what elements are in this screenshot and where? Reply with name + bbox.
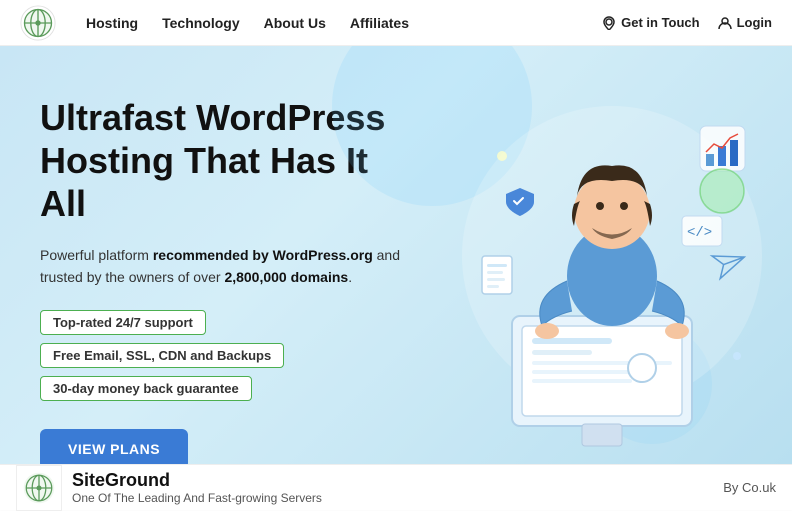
hero-subtitle-bold2: 2,800,000 domains — [224, 269, 348, 285]
footer-site-name: SiteGround — [72, 470, 322, 491]
badge-list: Top-rated 24/7 support Free Email, SSL, … — [40, 310, 412, 401]
logo-area[interactable]: SiteGround — [20, 5, 56, 41]
nav-hosting[interactable]: Hosting — [86, 15, 138, 31]
user-icon — [718, 16, 732, 30]
location-icon — [602, 16, 616, 30]
footer-bar: SiteGround One Of The Leading And Fast-g… — [0, 464, 792, 510]
hero-section: Ultrafast WordPress Hosting That Has It … — [0, 46, 792, 464]
footer-tagline: One Of The Leading And Fast-growing Serv… — [72, 491, 322, 505]
svg-text:</>: </> — [687, 225, 712, 241]
hero-subtitle-bold1: recommended by WordPress.org — [153, 247, 373, 263]
footer-logo-area: SiteGround One Of The Leading And Fast-g… — [16, 465, 723, 511]
navbar: SiteGround Hosting Technology About Us A… — [0, 0, 792, 46]
nav-links: Hosting Technology About Us Affiliates — [86, 15, 602, 31]
nav-technology[interactable]: Technology — [162, 15, 240, 31]
badge-moneyback: 30-day money back guarantee — [40, 376, 252, 401]
badge-email: Free Email, SSL, CDN and Backups — [40, 343, 284, 368]
view-plans-button[interactable]: VIEW PLANS — [40, 429, 188, 464]
nav-affiliates[interactable]: Affiliates — [350, 15, 409, 31]
footer-logo-icon — [22, 471, 56, 505]
nav-right: Get in Touch Login — [602, 15, 772, 30]
hero-subtitle: Powerful platform recommended by WordPre… — [40, 244, 412, 289]
login-label: Login — [737, 15, 772, 30]
hero-right: </> — [452, 46, 792, 464]
get-in-touch-button[interactable]: Get in Touch — [602, 15, 699, 30]
siteground-logo-icon — [20, 5, 56, 41]
badge-support: Top-rated 24/7 support — [40, 310, 206, 335]
footer-by-text: By Co.uk — [723, 480, 776, 495]
footer-text-block: SiteGround One Of The Leading And Fast-g… — [72, 470, 322, 505]
nav-about[interactable]: About Us — [264, 15, 326, 31]
hero-illustration: </> — [452, 56, 772, 456]
login-button[interactable]: Login — [718, 15, 772, 30]
footer-logo-circle — [16, 465, 62, 511]
get-in-touch-label: Get in Touch — [621, 15, 699, 30]
